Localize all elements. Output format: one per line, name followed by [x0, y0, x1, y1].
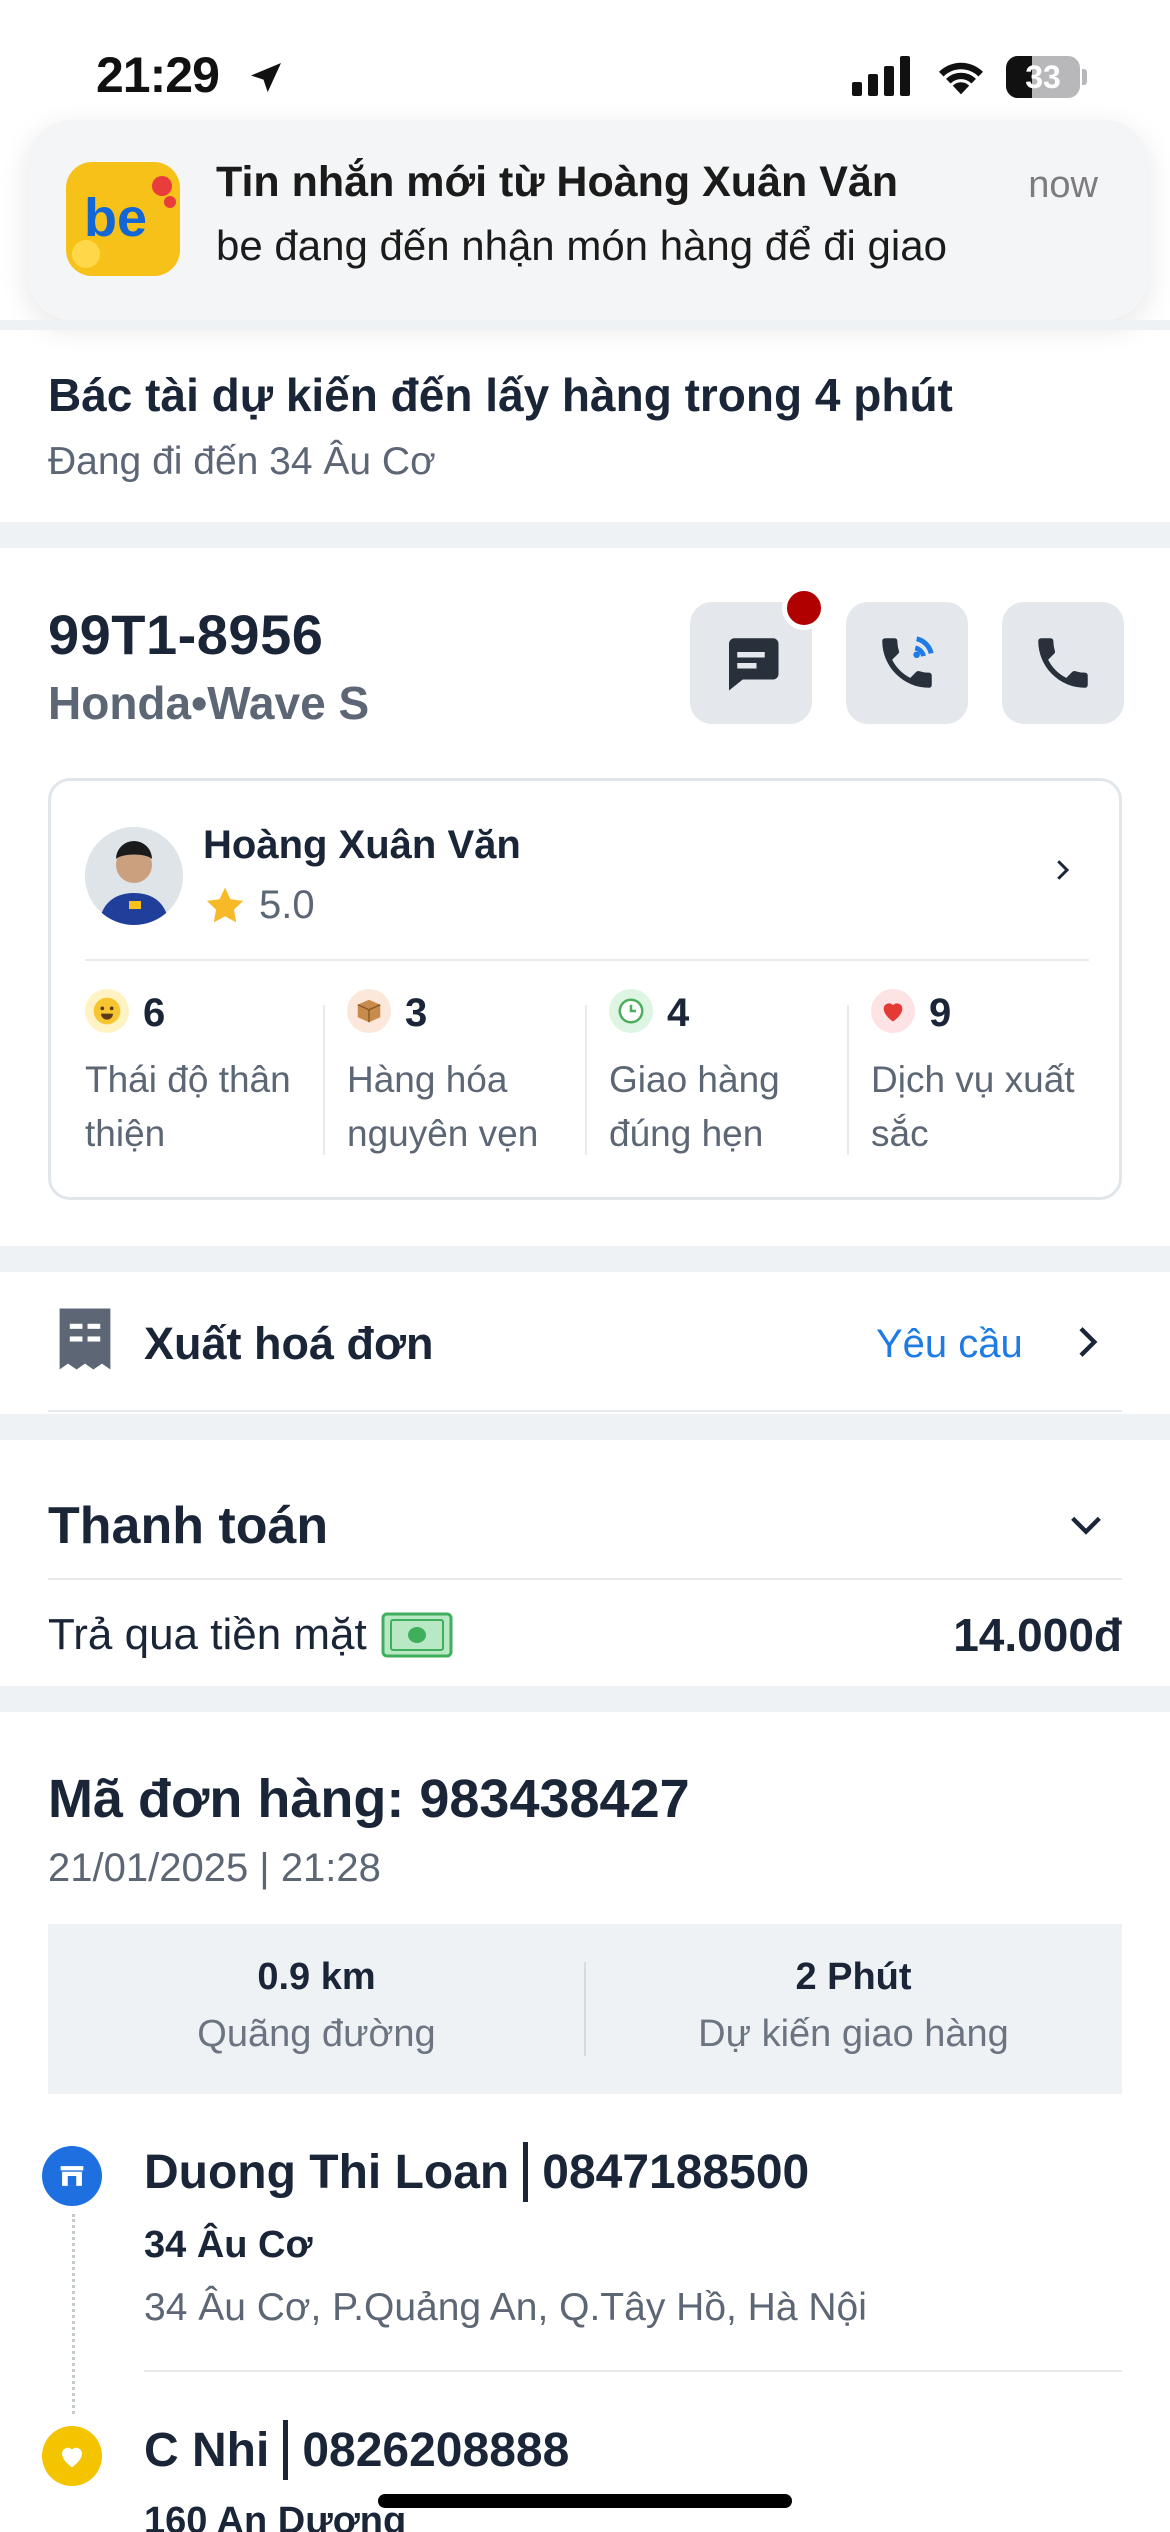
payment-amount: 14.000đ — [953, 1609, 1122, 1661]
invoice-request-link[interactable]: Yêu cầu — [876, 1322, 1023, 1367]
driver-rating: 5.0 — [203, 883, 315, 928]
package-icon — [347, 989, 391, 1033]
rating-value: 5.0 — [259, 883, 315, 927]
route-line — [72, 2214, 75, 2414]
divider — [585, 1005, 587, 1155]
driver-name: Hoàng Xuân Văn — [203, 823, 521, 867]
notification-time: now — [1028, 164, 1098, 206]
chat-icon — [729, 638, 779, 691]
chevron-down-icon[interactable] — [1066, 1508, 1106, 1542]
pickup-place-name: 34 Âu Cơ — [144, 2224, 313, 2266]
star-icon — [206, 887, 244, 922]
pickup-contact: Duong Thi Loan 0847188500 — [144, 2142, 809, 2202]
invoice-label: Xuất hoá đơn — [144, 1318, 434, 1369]
notification-body: be đang đến nhận món hàng để đi giao — [216, 222, 947, 269]
eta-subtitle: Đang đi đến 34 Âu Cơ — [48, 440, 436, 483]
order-datetime: 21/01/2025 | 21:28 — [48, 1846, 381, 1890]
payment-title: Thanh toán — [48, 1497, 329, 1555]
dropoff-heart-pin-icon — [42, 2426, 102, 2486]
chevron-right-icon — [1057, 860, 1070, 880]
voip-call-button[interactable] — [846, 602, 968, 724]
section-divider — [0, 1246, 1170, 1272]
driver-avatar — [85, 827, 183, 925]
order-code: Mã đơn hàng: 983438427 — [48, 1769, 690, 1829]
section-divider — [0, 522, 1170, 548]
location-arrow-icon — [251, 63, 281, 93]
notification-title: Tin nhắn mới từ Hoàng Xuân Văn — [216, 158, 899, 206]
dropoff-place-name: 160 An Dương — [144, 2500, 407, 2532]
pickup-address: 34 Âu Cơ, P.Quảng An, Q.Tây Hồ, Hà Nội — [144, 2286, 867, 2329]
wifi-icon — [939, 62, 983, 95]
cash-icon — [381, 1612, 453, 1658]
driver-card[interactable]: Hoàng Xuân Văn 5.0 6 Thái độ thân thiện … — [48, 778, 1122, 1200]
wifi-call-icon — [882, 636, 934, 688]
pickup-store-icon — [42, 2146, 102, 2206]
clock-icon — [609, 989, 653, 1033]
divider — [48, 1410, 1122, 1412]
home-indicator[interactable] — [378, 2494, 792, 2508]
battery-icon: 33 — [1006, 56, 1087, 98]
status-time: 21:29 — [96, 47, 220, 103]
divider — [48, 1578, 1122, 1580]
divider — [85, 959, 1089, 961]
order-metrics: 0.9 km Quãng đường 2 Phút Dự kiến giao h… — [48, 1924, 1122, 2094]
phone-icon — [1038, 638, 1088, 688]
dropoff-contact: C Nhi 0826208888 — [144, 2420, 569, 2480]
eta-title: Bác tài dự kiến đến lấy hàng trong 4 phú… — [48, 369, 953, 421]
pickup-phone[interactable]: 0847188500 — [542, 2145, 809, 2200]
vehicle-plate: 99T1-8956 — [48, 603, 324, 666]
section-divider — [0, 1686, 1170, 1712]
unread-badge — [782, 586, 826, 630]
distance-metric: 0.9 km Quãng đường — [197, 1956, 436, 2055]
vehicle-model: Honda•Wave S — [48, 677, 370, 729]
signal-icon — [852, 56, 910, 96]
section-divider — [0, 1414, 1170, 1440]
be-app-logo: be — [66, 162, 180, 276]
divider — [847, 1005, 849, 1155]
receipt-icon — [59, 1308, 111, 1370]
chevron-right-icon — [1079, 1327, 1098, 1357]
heart-icon — [871, 989, 915, 1033]
divider — [144, 2370, 1122, 2372]
dropoff-phone[interactable]: 0826208888 — [302, 2423, 569, 2478]
phone-call-button[interactable] — [1002, 602, 1124, 724]
divider — [323, 1005, 325, 1155]
notification-banner[interactable]: be Tin nhắn mới từ Hoàng Xuân Văn be đan… — [28, 120, 1148, 320]
svg-text:be: be — [84, 188, 147, 248]
smile-emoji-icon — [85, 989, 129, 1033]
divider — [0, 320, 1170, 330]
payment-method: Trả qua tiền mặt — [48, 1610, 453, 1660]
duration-metric: 2 Phút Dự kiến giao hàng — [698, 1956, 1009, 2055]
